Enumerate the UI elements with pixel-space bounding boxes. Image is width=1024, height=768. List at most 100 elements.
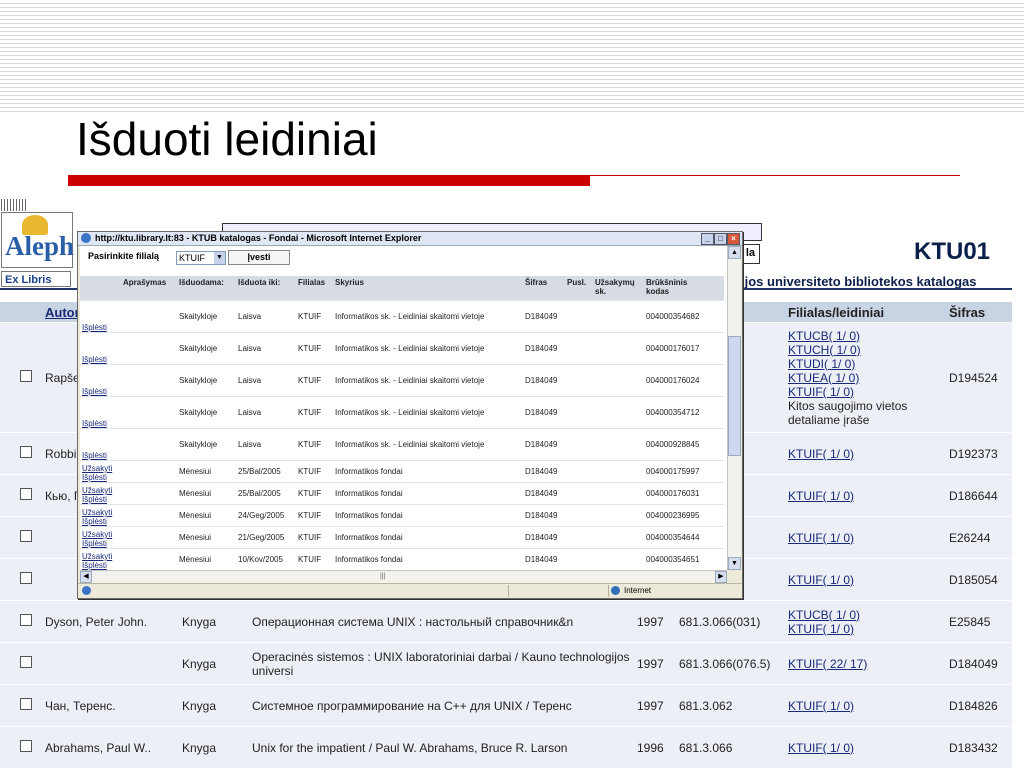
title-thin-line bbox=[590, 175, 960, 176]
row-checkbox[interactable] bbox=[20, 656, 32, 668]
row-year-text: 1997 bbox=[637, 656, 664, 671]
holding-links: Užsakyti Išplėsti bbox=[80, 526, 121, 549]
scroll-up-icon[interactable]: ▲ bbox=[728, 246, 741, 259]
row-checkbox[interactable] bbox=[20, 370, 32, 382]
holding-links: Išplėsti bbox=[80, 396, 121, 429]
holding-issued: Mėnesiui bbox=[177, 460, 236, 483]
window-titlebar[interactable]: http://ktu.library.lt:83 - KTUB kataloga… bbox=[78, 232, 742, 246]
holding-due: Laisva bbox=[236, 428, 296, 461]
catalog-subtitle: ijos universiteto bibliotekos katalogas bbox=[741, 274, 977, 289]
holding-orders bbox=[593, 396, 644, 429]
expand-link[interactable]: Išplėsti bbox=[82, 355, 119, 364]
scroll-right-icon[interactable]: ▶ bbox=[715, 571, 727, 583]
expand-link[interactable]: Išplėsti bbox=[82, 451, 119, 460]
expand-link[interactable]: Išplėsti bbox=[82, 419, 119, 428]
reserve-link[interactable]: Užsakyti bbox=[82, 486, 119, 495]
col-description: Aprašymas bbox=[121, 276, 177, 301]
col-barcode: Brūkšninis kodas bbox=[644, 276, 714, 301]
branch-link[interactable]: KTUIF( 1/ 0) bbox=[788, 622, 943, 636]
expand-link[interactable]: Išplėsti bbox=[82, 495, 119, 504]
branch-link[interactable]: KTUCH( 1/ 0) bbox=[788, 343, 943, 357]
holding-extra bbox=[714, 332, 724, 365]
reserve-link[interactable]: Užsakyti bbox=[82, 530, 119, 539]
expand-link[interactable]: Išplėsti bbox=[82, 473, 119, 482]
reserve-link[interactable]: Užsakyti bbox=[82, 464, 119, 473]
holding-dept: Informatikos sk. - Leidiniai skaitomi vi… bbox=[333, 428, 523, 461]
expand-link[interactable]: Išplėsti bbox=[82, 539, 119, 548]
holding-barcode: 004000236995 bbox=[644, 504, 714, 527]
expand-link[interactable]: Išplėsti bbox=[82, 387, 119, 396]
submit-button[interactable]: Įvesti bbox=[228, 250, 290, 265]
holding-code: D184049 bbox=[523, 300, 565, 333]
branch-link[interactable]: KTUIF( 1/ 0) bbox=[788, 489, 943, 503]
row-class-text: 681.3.066(076.5) bbox=[679, 656, 771, 671]
table-row: Abrahams, Paul W.. Knyga Unix for the impa… bbox=[0, 726, 1012, 768]
col-branch: Filialas bbox=[296, 276, 333, 301]
branch-link[interactable]: KTUEA( 1/ 0) bbox=[788, 371, 943, 385]
minimize-icon[interactable]: _ bbox=[701, 233, 714, 245]
holding-issued: Skaitykloje bbox=[177, 428, 236, 461]
header-branches: Filialas/leidiniai bbox=[785, 302, 946, 323]
branch-link[interactable]: KTUIF( 1/ 0) bbox=[788, 447, 943, 461]
expand-link[interactable]: Išplėsti bbox=[82, 323, 119, 332]
row-year: 1997 bbox=[634, 684, 676, 727]
expand-link[interactable]: Išplėsti bbox=[82, 517, 119, 526]
col-orders: Užsakymų sk. bbox=[593, 276, 644, 301]
row-code-text: D183432 bbox=[949, 740, 998, 755]
row-checkbox[interactable] bbox=[20, 446, 32, 458]
expand-link[interactable]: Išplėsti bbox=[82, 561, 119, 570]
scroll-left-icon[interactable]: ◀ bbox=[80, 571, 92, 583]
row-spacer bbox=[0, 516, 10, 559]
holding-links: Užsakyti Išplėsti bbox=[80, 482, 121, 505]
horizontal-scrollbar[interactable]: ◀ ||| ▶ bbox=[80, 570, 727, 583]
row-title: Operacinės sistemos : UNIX laboratorinia… bbox=[249, 642, 634, 685]
holding-orders bbox=[593, 364, 644, 397]
holding-pages bbox=[565, 396, 593, 429]
holding-extra bbox=[714, 300, 724, 333]
col-pages: Pusl. bbox=[565, 276, 593, 301]
row-checkbox[interactable] bbox=[20, 614, 32, 626]
branch-link[interactable]: KTUIF( 1/ 0) bbox=[788, 531, 943, 545]
holding-issued: Skaitykloje bbox=[177, 300, 236, 333]
scroll-thumb[interactable] bbox=[728, 336, 741, 456]
row-type-text: Knyga bbox=[182, 614, 217, 629]
holding-issued: Mėnesiui bbox=[177, 482, 236, 505]
maximize-icon[interactable]: □ bbox=[714, 233, 727, 245]
row-checkbox[interactable] bbox=[20, 572, 32, 584]
branch-link[interactable]: KTUIF( 1/ 0) bbox=[788, 741, 943, 755]
row-checkbox-cell bbox=[10, 684, 42, 727]
row-checkbox[interactable] bbox=[20, 740, 32, 752]
row-type: Knyga bbox=[179, 642, 249, 685]
holding-description bbox=[121, 428, 177, 461]
holding-barcode: 004000354651 bbox=[644, 548, 714, 570]
branch-link[interactable]: KTUCB( 1/ 0) bbox=[788, 329, 943, 343]
exlibris-link[interactable]: Ex Libris bbox=[1, 271, 71, 287]
chevron-down-icon[interactable]: ▼ bbox=[214, 252, 225, 264]
row-checkbox[interactable] bbox=[20, 698, 32, 710]
holding-links: Užsakyti Išplėsti bbox=[80, 504, 121, 527]
row-author-text: Rapše bbox=[45, 370, 80, 385]
aleph-logo[interactable]: Aleph bbox=[1, 212, 74, 268]
close-icon[interactable]: × bbox=[727, 233, 740, 245]
holding-dept: Informatikos fondai bbox=[333, 504, 523, 527]
filial-select[interactable]: KTUIF ▼ bbox=[176, 251, 226, 265]
reserve-link[interactable]: Užsakyti bbox=[82, 552, 119, 561]
row-year: 1996 bbox=[634, 726, 676, 768]
scroll-down-icon[interactable]: ▼ bbox=[728, 557, 741, 570]
branch-link[interactable]: KTUDI( 1/ 0) bbox=[788, 357, 943, 371]
branch-link[interactable]: KTUIF( 1/ 0) bbox=[788, 699, 943, 713]
holding-dept: Informatikos fondai bbox=[333, 460, 523, 483]
row-checkbox[interactable] bbox=[20, 488, 32, 500]
reserve-link[interactable]: Užsakyti bbox=[82, 508, 119, 517]
row-checkbox[interactable] bbox=[20, 530, 32, 542]
decorative-stripes bbox=[0, 0, 1024, 112]
holding-links: Išplėsti bbox=[80, 300, 121, 333]
row-checkbox-cell bbox=[10, 432, 42, 475]
branch-link[interactable]: KTUIF( 1/ 0) bbox=[788, 573, 943, 587]
holding-row: Išplėsti Skaitykloje Laisva KTUIF Informatik… bbox=[80, 364, 724, 397]
branch-link[interactable]: KTUCB( 1/ 0) bbox=[788, 608, 943, 622]
header-select bbox=[10, 302, 42, 323]
branch-link[interactable]: KTUIF( 1/ 0) bbox=[788, 385, 943, 399]
vertical-scrollbar[interactable]: ▲ ▼ bbox=[727, 246, 741, 570]
branch-link[interactable]: KTUIF( 22/ 17) bbox=[788, 657, 943, 671]
